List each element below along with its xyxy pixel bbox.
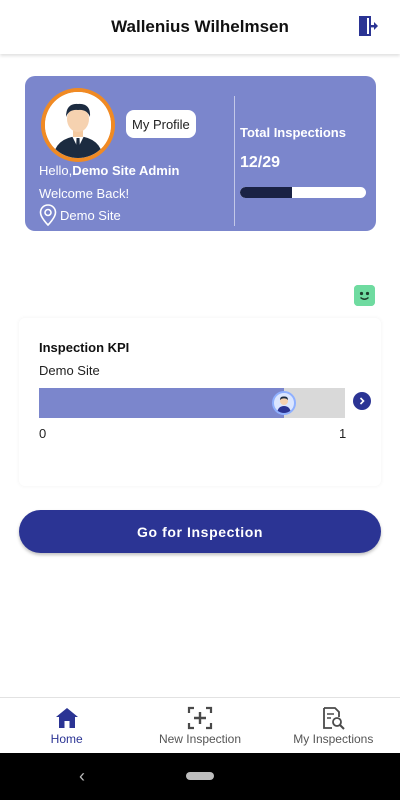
logout-icon[interactable]: [356, 14, 380, 38]
total-inspections-progress: [240, 187, 366, 198]
nav-home-label: Home: [50, 732, 83, 746]
back-icon[interactable]: ‹: [79, 766, 85, 787]
home-icon: [55, 708, 78, 728]
nav-new-inspection-label: New Inspection: [158, 732, 242, 746]
location-pin-icon: [39, 204, 57, 226]
total-inspections-label: Total Inspections: [240, 125, 346, 140]
avatar: [41, 88, 115, 162]
kpi-min-label: 0: [39, 426, 47, 441]
page-title: Wallenius Wilhelmsen: [111, 17, 289, 36]
home-pill[interactable]: [186, 772, 214, 780]
smiley-icon[interactable]: [354, 285, 375, 306]
add-scan-icon: [187, 706, 213, 730]
user-name: Demo Site Admin: [72, 163, 180, 178]
user-avatar-icon: [276, 396, 291, 413]
total-inspections-count: 12/29: [240, 154, 281, 171]
kpi-site: Demo Site: [39, 363, 100, 378]
nav-my-inspections[interactable]: My Inspections: [267, 698, 400, 753]
user-avatar-icon: [45, 92, 111, 158]
site-name: Demo Site: [60, 207, 121, 223]
divider: [234, 96, 235, 226]
bottom-nav: Home New Inspection My Inspections: [0, 697, 400, 753]
welcome-text: Welcome Back!: [39, 186, 130, 201]
total-progress-fill: [240, 187, 292, 198]
nav-new-inspection[interactable]: New Inspection: [133, 698, 266, 753]
nav-home[interactable]: Home: [0, 698, 133, 753]
kpi-max-label: 1: [339, 426, 347, 441]
kpi-progress-fill: [39, 388, 284, 418]
go-for-inspection-button[interactable]: Go for Inspection: [19, 510, 381, 553]
chevron-right-icon[interactable]: [353, 392, 371, 410]
site-row: Demo Site: [39, 204, 121, 226]
kpi-card: Inspection KPI Demo Site 0 1: [19, 318, 381, 486]
greeting-prefix: Hello,: [39, 163, 73, 178]
greeting: Hello,Demo Site Admin: [39, 163, 179, 178]
my-profile-button[interactable]: My Profile: [126, 110, 196, 138]
kpi-progress-bar: [39, 388, 345, 418]
app-header: Wallenius Wilhelmsen: [0, 0, 400, 54]
system-nav-bar: ‹: [0, 753, 400, 800]
document-search-icon: [323, 707, 346, 730]
nav-my-inspections-label: My Inspections: [293, 732, 374, 746]
profile-card: My Profile Hello,Demo Site Admin Welcome…: [25, 76, 376, 231]
kpi-avatar-marker: [271, 391, 296, 415]
kpi-title: Inspection KPI: [39, 340, 130, 355]
